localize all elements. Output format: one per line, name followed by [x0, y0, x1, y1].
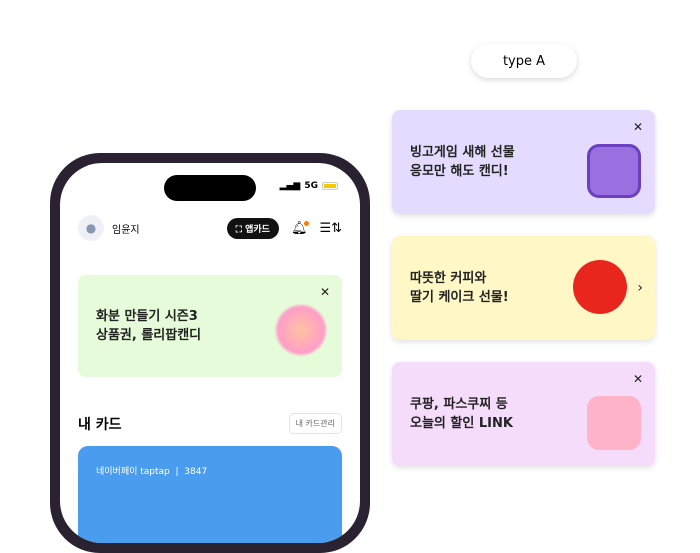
- close-icon[interactable]: ✕: [633, 118, 643, 136]
- manage-cards-button[interactable]: 내 카드관리: [288, 413, 342, 434]
- coffee-cake-illustration: [573, 260, 627, 314]
- close-icon[interactable]: ✕: [320, 283, 330, 301]
- type-label: type A: [471, 44, 577, 78]
- sort-icon[interactable]: ☰⇅: [319, 221, 342, 236]
- bingo-illustration: [587, 144, 641, 198]
- dynamic-island: [164, 175, 256, 201]
- banner-coupon[interactable]: 쿠팡, 파스쿠찌 등오늘의 할인 LINK ✕: [392, 362, 655, 466]
- payment-card[interactable]: 네이버페이 taptap | 3847: [78, 446, 342, 543]
- banner-line1: 쿠팡, 파스쿠찌 등: [410, 396, 508, 412]
- signal-icon: ▂▄▆: [279, 181, 301, 191]
- app-card-button[interactable]: ⛶ 앱카드: [226, 217, 279, 239]
- banner-line2: 응모만 해도 캔디!: [410, 164, 509, 179]
- battery-icon: [322, 182, 338, 190]
- banner-coffee[interactable]: 따뜻한 커피와딸기 케이크 선물! ›: [392, 236, 655, 340]
- app-card-label: 앱카드: [245, 224, 270, 235]
- character-illustration: [274, 303, 328, 357]
- chevron-right-icon[interactable]: ›: [637, 278, 643, 299]
- banner-line2: 오늘의 할인 LINK: [410, 416, 513, 431]
- phone-screen: ▂▄▆ 5G ● 임윤지 ⛶ 앱카드 🔔︎ ☰⇅ 화분 만들기 시즌3 상품권, 롤…: [60, 163, 360, 543]
- gift-illustration: [587, 396, 641, 450]
- promo-banner[interactable]: 화분 만들기 시즌3 상품권, 롤리팝캔디 ✕: [78, 275, 342, 377]
- banner-line2: 상품권, 롤리팝캔디: [96, 328, 202, 343]
- card-name: 네이버페이 taptap: [96, 467, 170, 477]
- network-label: 5G: [304, 181, 318, 191]
- banner-line1: 빙고게임 새해 선물: [410, 144, 515, 160]
- status-bar: ▂▄▆ 5G: [280, 181, 338, 191]
- banner-bingo[interactable]: 빙고게임 새해 선물응모만 해도 캔디! ✕: [392, 110, 655, 214]
- avatar[interactable]: ●: [78, 215, 104, 241]
- bell-icon[interactable]: 🔔︎: [291, 220, 310, 236]
- banner-line1: 화분 만들기 시즌3: [96, 308, 198, 324]
- card-number: 3847: [184, 467, 208, 477]
- banner-line2: 딸기 케이크 선물!: [410, 290, 509, 305]
- section-title: 내 카드: [78, 416, 122, 433]
- user-name: 임윤지: [112, 224, 140, 236]
- phone-mockup: ▂▄▆ 5G ● 임윤지 ⛶ 앱카드 🔔︎ ☰⇅ 화분 만들기 시즌3 상품권, 롤…: [50, 153, 370, 553]
- banner-line1: 따뜻한 커피와: [410, 270, 487, 286]
- close-icon[interactable]: ✕: [633, 370, 643, 388]
